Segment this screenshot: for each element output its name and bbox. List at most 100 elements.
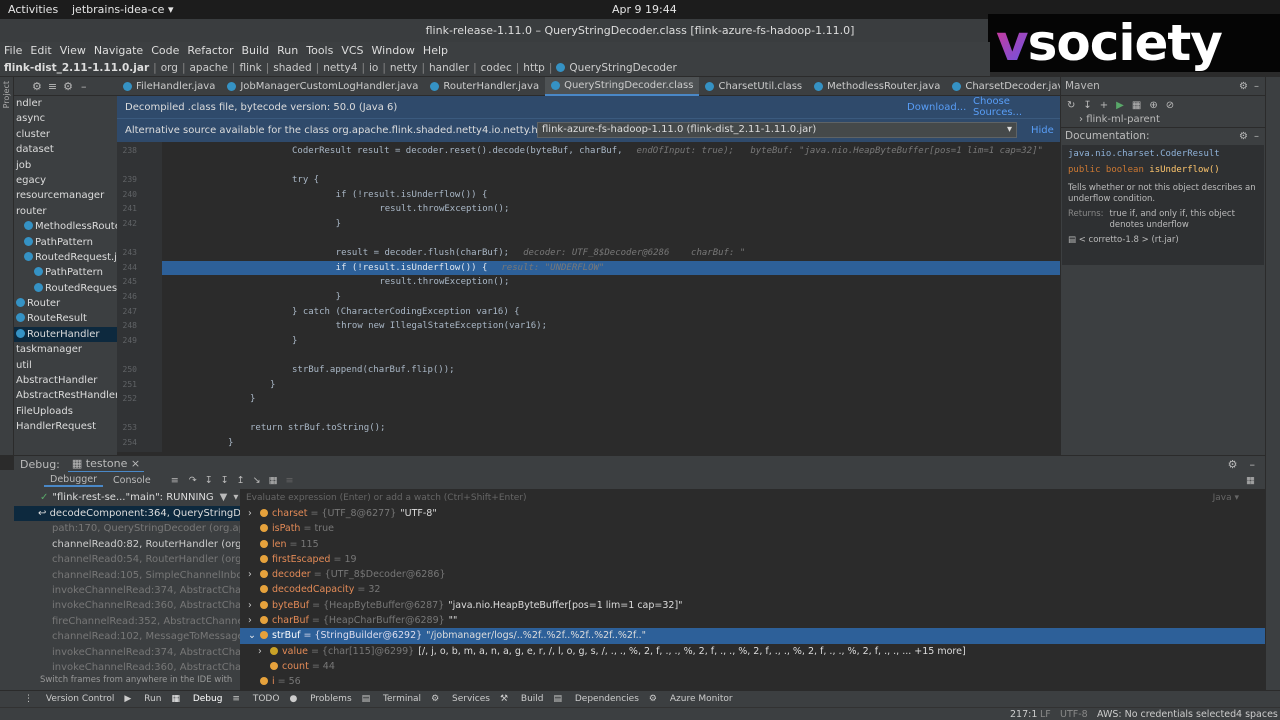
tree-item[interactable]: taskmanager xyxy=(14,342,117,357)
frame-item[interactable]: invokeChannelRead:374, AbstractChann xyxy=(14,583,240,598)
variable-row[interactable]: › decoder = {UTF_8$Decoder@6286} xyxy=(240,567,1265,582)
app-menu-button[interactable]: jetbrains-idea-ce ▾ xyxy=(72,3,173,16)
variable-row[interactable]: › charBuf = {HeapCharBuffer@6289} "" xyxy=(240,613,1265,628)
project-tool-button[interactable]: Project xyxy=(2,81,11,108)
frame-item[interactable]: channelRead:105, SimpleChannelInbound xyxy=(14,568,240,583)
toggle-icon[interactable]: ⊕ xyxy=(1149,100,1157,111)
encoding[interactable]: UTF-8 xyxy=(1060,709,1088,720)
breadcrumb-apache[interactable]: apache xyxy=(189,62,227,74)
tree-item[interactable]: cluster xyxy=(14,127,117,142)
tool-dependencies[interactable]: ▤ Dependencies xyxy=(553,694,638,704)
tree-item[interactable]: job xyxy=(14,158,117,173)
caret-position[interactable]: 217:1 xyxy=(1010,709,1037,720)
download-link[interactable]: Download... xyxy=(907,102,966,113)
layout-icon[interactable]: ▦ xyxy=(1246,475,1255,486)
indent-status[interactable]: 4 spaces xyxy=(1236,709,1278,720)
tool-services[interactable]: ⚙ Services xyxy=(431,694,490,704)
step-into-icon[interactable]: ↧ xyxy=(205,475,213,486)
collapse-icon[interactable]: ≡ xyxy=(48,80,57,93)
frame-item[interactable]: fireChannelRead:352, AbstractChannelH xyxy=(14,614,240,629)
tree-item[interactable]: RouteResult xyxy=(14,311,117,326)
tab-routerhandler[interactable]: RouterHandler.java xyxy=(424,77,545,96)
tree-item[interactable]: dataset xyxy=(14,142,117,157)
breadcrumb-io[interactable]: io xyxy=(369,62,378,74)
menu-code[interactable]: Code xyxy=(151,44,179,57)
filter-icon[interactable]: ▼ xyxy=(220,492,228,503)
step-over-icon[interactable]: ↷ xyxy=(189,475,197,486)
tab-methodlessrouter[interactable]: MethodlessRouter.java xyxy=(808,77,946,96)
tool-azure-monitor[interactable]: ⚙ Azure Monitor xyxy=(649,694,733,704)
breadcrumb-org[interactable]: org xyxy=(161,62,178,74)
tree-item[interactable]: PathPattern xyxy=(14,235,117,250)
variable-row[interactable]: firstEscaped = 19 xyxy=(240,552,1265,567)
gear-icon[interactable]: ⚙ xyxy=(1239,131,1248,142)
menu-file[interactable]: File xyxy=(4,44,22,57)
step-out-icon[interactable]: ↥ xyxy=(237,475,245,486)
tool-todo[interactable]: ≡ TODO xyxy=(232,694,279,704)
tool-terminal[interactable]: ▤ Terminal xyxy=(362,694,421,704)
hide-link[interactable]: Hide xyxy=(1031,125,1054,136)
menu-icon[interactable]: ≡ xyxy=(171,475,179,486)
variable-row[interactable]: len = 115 xyxy=(240,537,1265,552)
thread-selector[interactable]: "flink-rest-se..."main": RUNNING xyxy=(52,492,213,503)
tree-item[interactable]: PathPattern xyxy=(14,265,117,280)
variable-row[interactable]: ⌄ strBuf = {StringBuilder@6292} "/jobmanage… xyxy=(240,628,1265,644)
menu-vcs[interactable]: VCS xyxy=(341,44,363,57)
breadcrumb-netty[interactable]: netty xyxy=(390,62,418,74)
frame-item-selected[interactable]: ↩ decodeComponent:364, QueryStringDecod xyxy=(14,506,240,522)
evaluate-input[interactable]: Evaluate expression (Enter) or add a wat… xyxy=(246,493,527,503)
download-icon[interactable]: ↧ xyxy=(1083,100,1091,111)
breadcrumb-class[interactable]: QueryStringDecoder xyxy=(569,62,676,74)
run-to-cursor-icon[interactable]: ↘ xyxy=(253,475,261,486)
tree-item-selected[interactable]: RouterHandler xyxy=(14,326,117,343)
tool-version-control[interactable]: ⋮ Version Control xyxy=(24,694,114,704)
gear-icon[interactable]: ⚙ xyxy=(1228,458,1238,471)
tab-debugger[interactable]: Debugger xyxy=(44,474,104,487)
choose-sources-link[interactable]: Choose Sources... xyxy=(973,96,1060,118)
frame-item[interactable]: path:170, QueryStringDecoder (org.apach xyxy=(14,521,240,536)
tab-charsetdecoder[interactable]: CharsetDecoder.jav xyxy=(946,77,1069,96)
lifecycle-icon[interactable]: ▦ xyxy=(1132,100,1141,111)
aws-status[interactable]: AWS: No credentials selected xyxy=(1097,709,1236,720)
tree-item[interactable]: router xyxy=(14,204,117,219)
breadcrumb-http[interactable]: http xyxy=(523,62,545,74)
menu-run[interactable]: Run xyxy=(277,44,298,57)
frame-item[interactable]: channelRead0:54, RouterHandler (org.apa xyxy=(14,552,240,567)
add-icon[interactable]: + xyxy=(1100,100,1108,111)
tree-item[interactable]: resourcemanager xyxy=(14,188,117,203)
frame-item[interactable]: invokeChannelRead:374, AbstractChann xyxy=(14,645,240,660)
variable-row[interactable]: count = 44 xyxy=(240,659,1265,674)
tool-build[interactable]: ⚒ Build xyxy=(500,694,544,704)
minimize-icon[interactable]: – xyxy=(1254,131,1259,142)
gear-icon[interactable]: ⚙ xyxy=(1239,81,1248,92)
expand-icon[interactable]: › xyxy=(248,506,260,521)
menu-view[interactable]: View xyxy=(60,44,86,57)
maven-tree-item[interactable]: › flink-ml-parent xyxy=(1061,114,1265,125)
menu-edit[interactable]: Edit xyxy=(30,44,51,57)
tree-item[interactable]: async xyxy=(14,111,117,126)
tab-querystringdecoder[interactable]: QueryStringDecoder.class xyxy=(545,76,700,96)
breadcrumb-jar[interactable]: flink-dist_2.11-1.11.0.jar xyxy=(4,62,149,74)
tool-debug[interactable]: ▦ Debug xyxy=(171,694,222,704)
expand-icon[interactable]: ⌄ xyxy=(248,628,260,643)
evaluate-icon[interactable]: ▦ xyxy=(269,475,278,486)
breadcrumb-netty4[interactable]: netty4 xyxy=(323,62,357,74)
variable-row[interactable]: › value = {char[115]@6299} [/, j, o, b, m, … xyxy=(240,644,1265,659)
tree-item[interactable]: HandlerRequest xyxy=(14,419,117,434)
menu-refactor[interactable]: Refactor xyxy=(187,44,233,57)
menu-window[interactable]: Window xyxy=(372,44,415,57)
tab-jobmanager-log-handler[interactable]: JobManagerCustomLogHandler.java xyxy=(221,77,424,96)
clock[interactable]: Apr 9 19:44 xyxy=(612,3,677,16)
frame-item[interactable]: invokeChannelRead:360, AbstractChann xyxy=(14,598,240,613)
tree-item[interactable]: egacy xyxy=(14,173,117,188)
tree-item[interactable]: AbstractRestHandler xyxy=(14,388,117,403)
breadcrumb-flink[interactable]: flink xyxy=(239,62,261,74)
line-separator[interactable]: LF xyxy=(1040,709,1051,720)
tree-item[interactable]: RoutedRequest.java xyxy=(14,250,117,265)
expand-icon[interactable]: › xyxy=(258,644,270,659)
force-step-into-icon[interactable]: ↧ xyxy=(221,475,229,486)
gear-icon[interactable]: ⚙ xyxy=(63,80,73,93)
run-icon[interactable]: ▶ xyxy=(1116,100,1124,111)
frame-item[interactable]: channelRead:102, MessageToMessageDe xyxy=(14,629,240,644)
debug-config-tab[interactable]: ▦ testone × xyxy=(67,456,145,473)
